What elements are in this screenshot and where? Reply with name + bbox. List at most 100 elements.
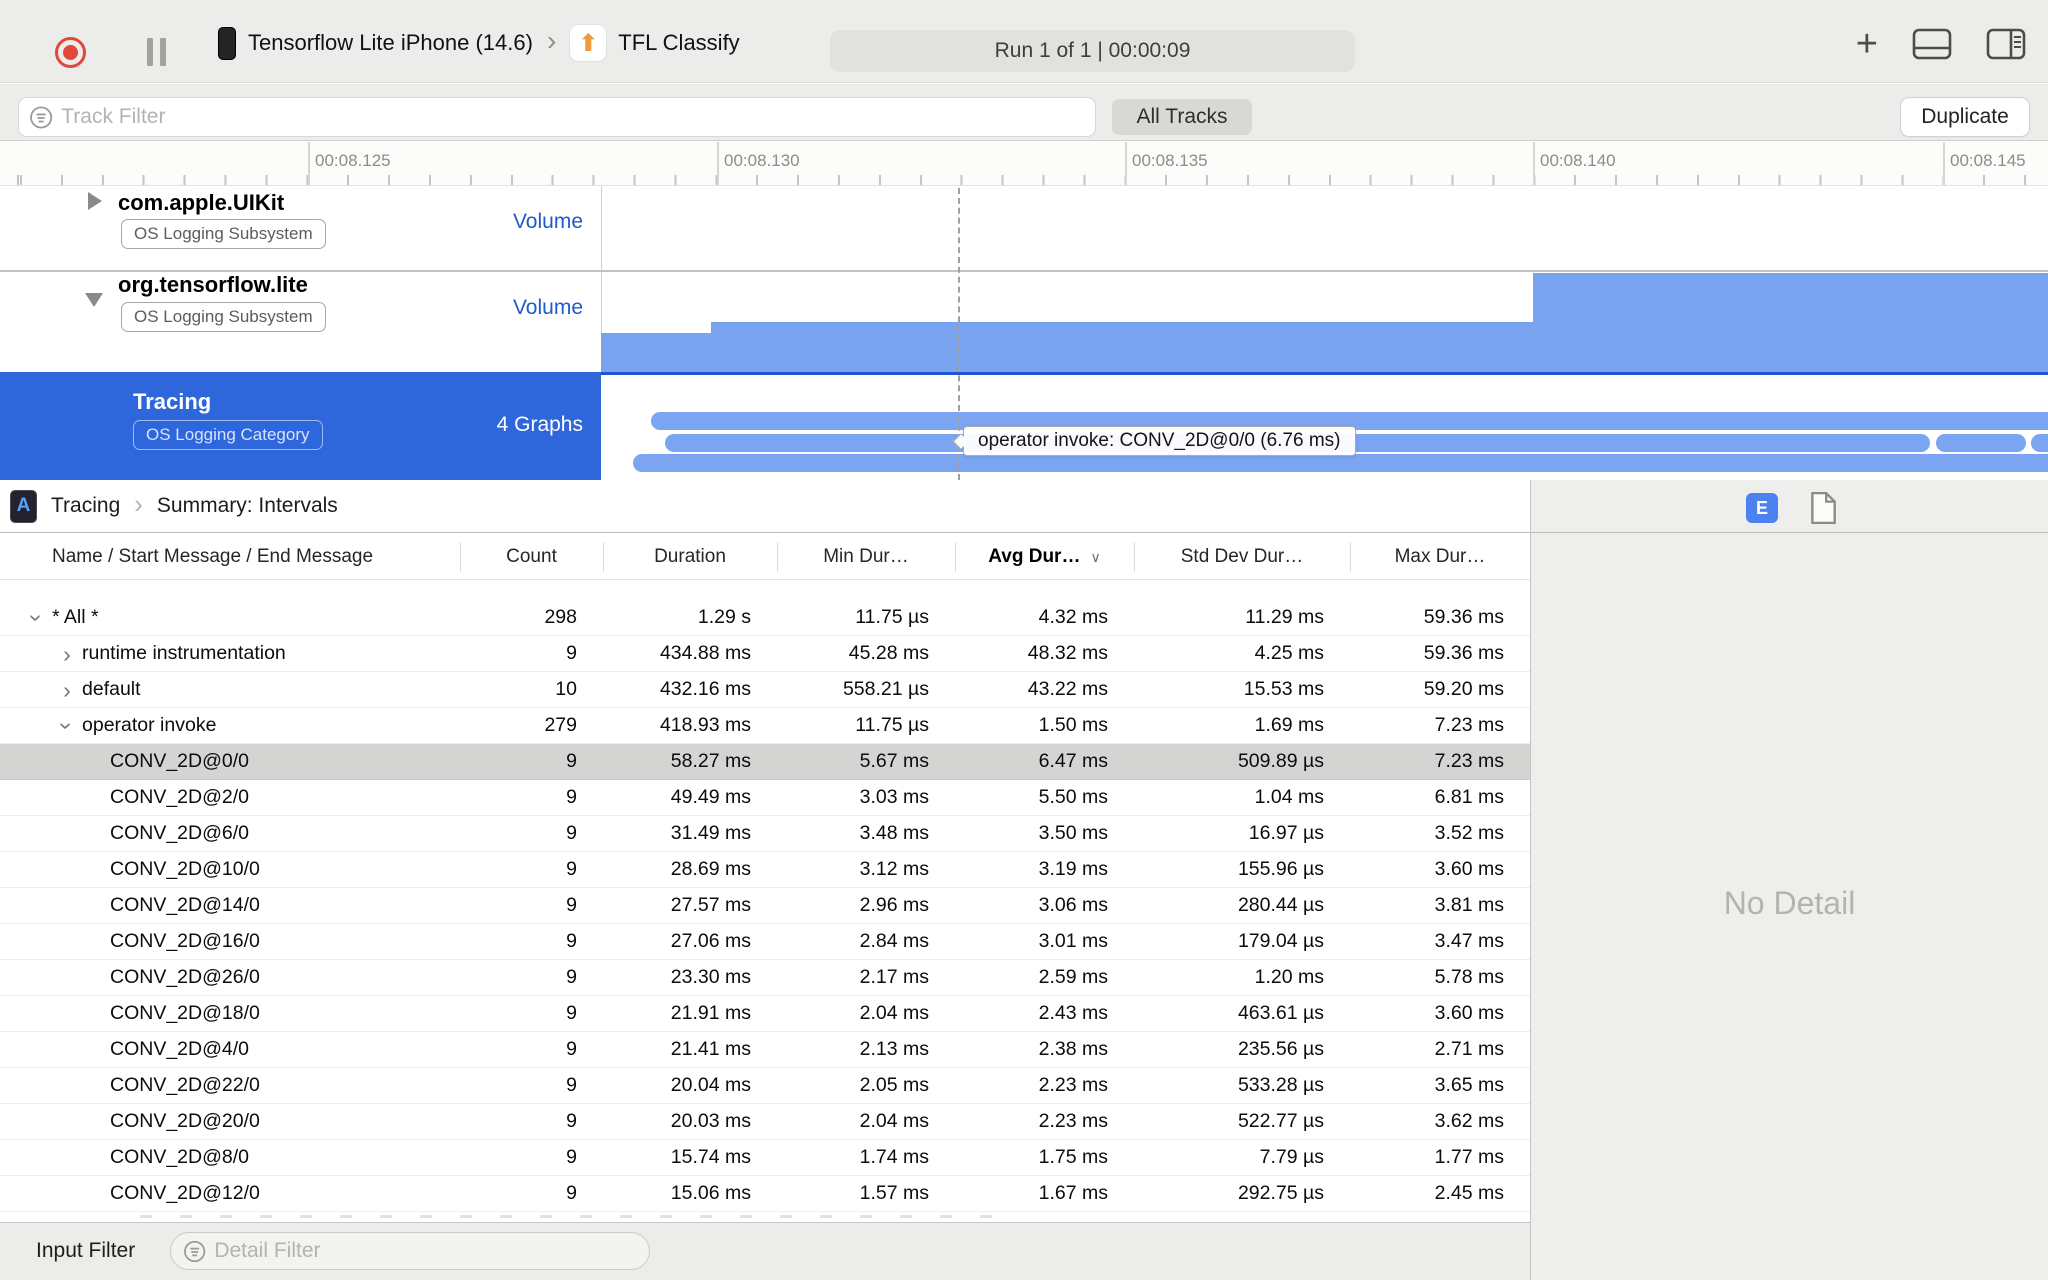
table-row[interactable]: CONV_2D@18/0 9 21.91 ms 2.04 ms 2.43 ms 463.6… (0, 996, 1530, 1032)
column-header-max[interactable]: Max Dur… (1350, 546, 1530, 568)
column-header-stddev[interactable]: Std Dev Dur… (1134, 546, 1350, 568)
row-name: CONV_2D@0/0 (110, 750, 250, 772)
table-row[interactable]: CONV_2D@8/0 9 15.74 ms 1.74 ms 1.75 ms 7.79 µ… (0, 1140, 1530, 1176)
cell-name: › runtime instrumentation (0, 642, 460, 665)
cell-count: 9 (566, 1002, 577, 1024)
track-filter-field[interactable] (18, 97, 1096, 137)
cell-count: 9 (566, 1182, 577, 1204)
interval-bar[interactable] (633, 454, 2048, 472)
cell-avg-duration: 2.43 ms (1038, 1002, 1108, 1024)
table-row[interactable]: CONV_2D@20/0 9 20.03 ms 2.04 ms 2.23 ms 522.7… (0, 1104, 1530, 1140)
column-header-name[interactable]: Name / Start Message / End Message (0, 546, 460, 568)
inspector-panel: E No Detail (1530, 480, 2048, 1280)
cell-duration: 15.74 ms (670, 1146, 751, 1168)
table-row[interactable]: CONV_2D@6/0 9 31.49 ms 3.48 ms 3.50 ms 16.97 … (0, 816, 1530, 852)
track-row-tensorflow[interactable]: org.tensorflow.lite OS Logging Subsystem… (0, 271, 601, 372)
document-inspector-button[interactable] (1809, 491, 1837, 530)
add-instrument-button[interactable]: + (1856, 25, 1878, 63)
table-row[interactable]: CONV_2D@22/0 9 20.04 ms 2.05 ms 2.23 ms 533.2… (0, 1068, 1530, 1104)
toggle-right-panel-button[interactable] (1986, 28, 2026, 60)
table-row[interactable]: › operator invoke 279 418.93 ms 11.75 µs 1.50… (0, 708, 1530, 744)
disclosure-down-icon[interactable] (85, 293, 103, 307)
cell-stddev-duration: 4.25 ms (1254, 642, 1324, 664)
table-row[interactable]: › default 10 432.16 ms 558.21 µs 43.22 ms 15.5… (0, 672, 1530, 708)
track-name: com.apple.UIKit (118, 190, 285, 215)
disclosure-right-icon[interactable] (88, 192, 102, 210)
sort-indicator-icon: ∨ (1090, 548, 1101, 565)
detail-filter-field[interactable] (170, 1232, 650, 1270)
cell-avg-duration: 2.23 ms (1038, 1110, 1108, 1132)
track-row-uikit[interactable]: com.apple.UIKit OS Logging Subsystem Vol… (0, 186, 601, 270)
table-row[interactable]: › * All * 298 1.29 s 11.75 µs 4.32 ms 11.29 ms… (0, 600, 1530, 636)
volume-area-segment (711, 322, 1533, 372)
record-dot-icon (63, 45, 78, 60)
cell-duration: 21.91 ms (670, 1002, 751, 1024)
track-graph-selector[interactable]: 4 Graphs (497, 413, 583, 437)
table-row[interactable]: CONV_2D@10/0 9 28.69 ms 3.12 ms 3.19 ms 155.9… (0, 852, 1530, 888)
timeline-ruler[interactable]: 00:08.125 00:08.130 00:08.135 00:08.140 00:0… (0, 142, 2048, 186)
cell-count: 9 (566, 930, 577, 952)
ruler-tick-label: 00:08.130 (724, 151, 800, 170)
toggle-bottom-panel-button[interactable] (1912, 28, 1952, 60)
run-status-display: Run 1 of 1 | 00:00:09 (830, 30, 1355, 72)
cell-stddev-duration: 509.89 µs (1237, 750, 1324, 772)
cell-min-duration: 3.48 ms (859, 822, 929, 844)
row-name: CONV_2D@2/0 (110, 786, 250, 808)
document-icon (1811, 491, 1836, 525)
track-type-badge: OS Logging Subsystem (121, 302, 326, 332)
cell-stddev-duration: 11.29 ms (1245, 606, 1324, 628)
detail-filter-input[interactable] (214, 1239, 649, 1263)
ruler-tick-line (1533, 142, 1535, 185)
column-header-count[interactable]: Count (460, 546, 603, 568)
track-filter-input[interactable] (61, 105, 1095, 129)
interval-bar[interactable] (2031, 434, 2048, 452)
track-row-tracing-selected[interactable]: Tracing OS Logging Category 4 Graphs (0, 372, 601, 480)
cell-min-duration: 1.74 ms (859, 1146, 929, 1168)
extended-detail-button[interactable]: E (1746, 493, 1778, 523)
disclosure-chevron-icon[interactable]: › (54, 714, 80, 737)
track-graph-selector[interactable]: Volume (513, 210, 583, 234)
cell-name: CONV_2D@6/0 (0, 822, 460, 845)
duplicate-button[interactable]: Duplicate (1900, 97, 2030, 137)
disclosure-chevron-icon[interactable]: › (24, 606, 50, 629)
table-row[interactable]: CONV_2D@14/0 9 27.57 ms 2.96 ms 3.06 ms 280.4… (0, 888, 1530, 924)
interval-bar[interactable] (1936, 434, 2026, 452)
cell-name: › * All * (0, 606, 460, 629)
cell-max-duration: 3.60 ms (1434, 858, 1504, 880)
pause-button[interactable] (143, 38, 169, 66)
table-row[interactable]: › runtime instrumentation 9 434.88 ms 45.28 … (0, 636, 1530, 672)
breadcrumb-root[interactable]: Tracing (51, 494, 120, 518)
table-row[interactable]: CONV_2D@16/0 9 27.06 ms 2.84 ms 3.01 ms 179.0… (0, 924, 1530, 960)
column-header-duration[interactable]: Duration (603, 546, 777, 568)
cell-stddev-duration: 1.69 ms (1254, 714, 1324, 736)
row-name: CONV_2D@26/0 (110, 966, 260, 988)
all-tracks-button[interactable]: All Tracks (1112, 99, 1252, 135)
cell-max-duration: 6.81 ms (1434, 786, 1504, 808)
cell-duration: 27.06 ms (670, 930, 751, 952)
table-row[interactable]: CONV_2D@12/0 9 15.06 ms 1.57 ms 1.67 ms 292.7… (0, 1176, 1530, 1212)
column-header-avg-sorted[interactable]: Avg Dur… ∨ (955, 546, 1134, 568)
toolbar-right-buttons: + (1856, 24, 2026, 64)
table-row[interactable]: CONV_2D@26/0 9 23.30 ms 2.17 ms 2.59 ms 1.20 … (0, 960, 1530, 996)
table-row[interactable]: CONV_2D@2/0 9 49.49 ms 3.03 ms 5.50 ms 1.04 m… (0, 780, 1530, 816)
breadcrumb-page[interactable]: Summary: Intervals (157, 494, 338, 518)
disclosure-chevron-icon[interactable]: › (52, 678, 82, 701)
disclosure-chevron-icon[interactable]: › (52, 642, 82, 665)
table-row[interactable]: CONV_2D@0/0 9 58.27 ms 5.67 ms 6.47 ms 509.89… (0, 744, 1530, 780)
record-button[interactable] (55, 37, 86, 68)
track-type-badge: OS Logging Category (133, 420, 323, 450)
column-header-min[interactable]: Min Dur… (777, 546, 955, 568)
cell-duration: 418.93 ms (659, 714, 751, 736)
target-selector[interactable]: Tensorflow Lite iPhone (14.6) › ⬆ TFL Cl… (218, 25, 740, 61)
cell-stddev-duration: 280.44 µs (1237, 894, 1324, 916)
input-filter-label[interactable]: Input Filter (36, 1239, 135, 1263)
volume-area-chart[interactable] (601, 271, 2048, 372)
cell-duration: 23.30 ms (670, 966, 751, 988)
cell-stddev-duration: 15.53 ms (1243, 678, 1324, 700)
tracing-interval-chart[interactable]: operator invoke: CONV_2D@0/0 (6.76 ms) (601, 372, 2048, 480)
table-row[interactable]: CONV_2D@4/0 9 21.41 ms 2.13 ms 2.38 ms 235.56… (0, 1032, 1530, 1068)
cell-stddev-duration: 463.61 µs (1237, 1002, 1324, 1024)
chevron-right-icon: › (546, 25, 557, 56)
row-name: CONV_2D@18/0 (110, 1002, 260, 1024)
track-graph-selector[interactable]: Volume (513, 296, 583, 320)
